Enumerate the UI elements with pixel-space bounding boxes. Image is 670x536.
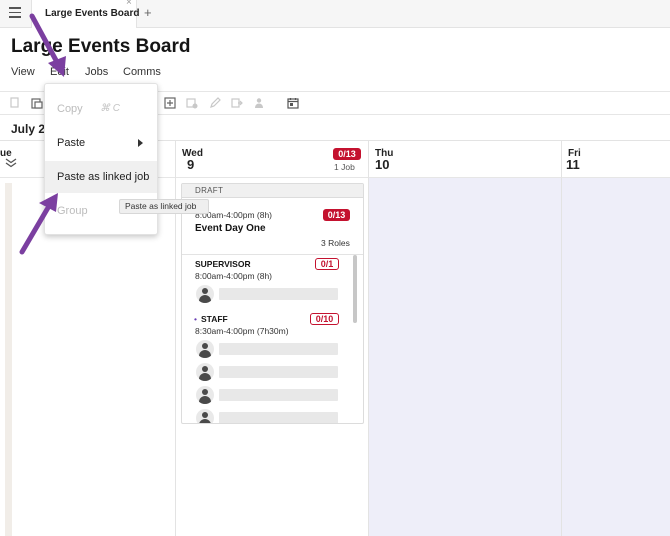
menu-item-copy-label: Copy (57, 103, 83, 115)
role-staff-badge: 0/10 (310, 313, 339, 325)
empty-slot[interactable] (219, 389, 338, 401)
wed-date-number: 9 (187, 157, 195, 172)
menu-item-paste-label: Paste (57, 137, 86, 149)
event-name: Event Day One (195, 223, 266, 234)
tab-bar: Large Events Board × + (0, 0, 670, 28)
draft-status-banner: DRAFT (182, 184, 363, 198)
column-divider (368, 141, 369, 536)
role-staff-name: STAFF (201, 314, 228, 324)
hamburger-icon[interactable] (9, 7, 21, 18)
person-icon (196, 340, 214, 358)
collapse-chevrons-icon[interactable] (5, 158, 17, 168)
event-roles-count: 3 Roles (321, 238, 350, 248)
thu-date-number: 10 (375, 157, 390, 172)
menu-comms[interactable]: Comms (123, 66, 161, 78)
copy-shortcut: ⌘ C (100, 103, 120, 114)
wed-fill-badge: 0/13 (333, 148, 361, 160)
add-job-icon[interactable] (164, 97, 176, 109)
add-shift-icon[interactable] (186, 97, 198, 109)
menu-view[interactable]: View (11, 66, 35, 78)
event-fill-badge: 0/13 (323, 209, 350, 221)
paste-icon[interactable] (31, 97, 43, 109)
staff-bullet: • (194, 314, 197, 324)
menu-item-copy[interactable]: Copy ⌘ C (45, 93, 157, 125)
role-supervisor-badge: 0/1 (315, 258, 339, 270)
fri-date-number: 11 (566, 157, 580, 172)
assign-staff-icon[interactable] (254, 97, 266, 109)
tab-large-events-board[interactable]: Large Events Board (31, 0, 140, 28)
copy-icon[interactable] (9, 97, 21, 109)
person-icon (196, 363, 214, 381)
page-title: Large Events Board (11, 36, 191, 57)
thursday-column-shaded (369, 178, 561, 536)
empty-slot[interactable] (219, 343, 338, 355)
menu-item-paste-linked-label: Paste as linked job (57, 171, 150, 183)
close-tab-icon[interactable]: × (126, 0, 132, 8)
menu-item-group-label: Group (57, 205, 88, 217)
empty-slot[interactable] (219, 366, 338, 378)
tooltip: Paste as linked job (119, 199, 209, 214)
pencil-icon[interactable] (209, 97, 221, 109)
menu-item-paste-as-linked-job[interactable]: Paste as linked job (45, 161, 157, 193)
role-supervisor-time: 8:00am-4:00pm (8h) (195, 271, 273, 281)
current-month-label: July 2 (11, 122, 46, 136)
card-divider (182, 254, 363, 255)
friday-column-shaded (562, 178, 670, 536)
menu-edit[interactable]: Edit (50, 66, 69, 78)
person-icon (196, 409, 214, 423)
tuesday-event-strip[interactable] (5, 183, 12, 536)
event-card[interactable]: DRAFT 8:00am-4:00pm (8h) 0/13 Event Day … (181, 183, 364, 424)
empty-slot[interactable] (219, 412, 338, 423)
role-staff-time: 8:30am-4:00pm (7h30m) (195, 326, 289, 336)
wed-job-count: 1 Job (334, 162, 355, 172)
role-supervisor-name: SUPERVISOR (195, 259, 251, 269)
menu-item-paste[interactable]: Paste (45, 127, 157, 159)
submenu-arrow-icon (138, 139, 143, 147)
person-icon (196, 285, 214, 303)
forward-icon[interactable] (231, 97, 243, 109)
tab-label: Large Events Board (45, 8, 140, 19)
column-divider (561, 141, 562, 536)
empty-slot[interactable] (219, 288, 338, 300)
person-icon (196, 386, 214, 404)
menu-jobs[interactable]: Jobs (85, 66, 108, 78)
card-scrollbar[interactable] (353, 255, 357, 323)
add-tab-icon[interactable]: + (144, 5, 152, 20)
calendar-icon[interactable] (287, 97, 299, 109)
